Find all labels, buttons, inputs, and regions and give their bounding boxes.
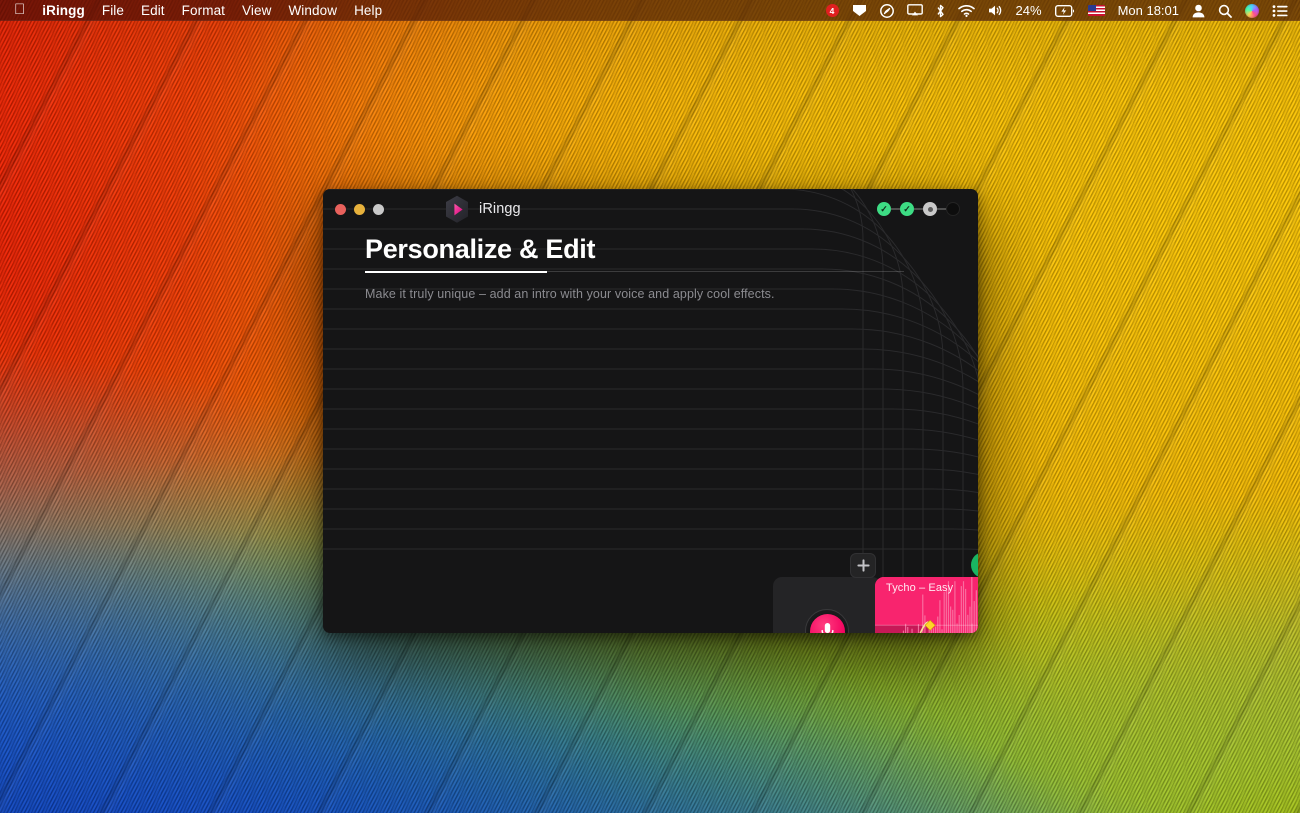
add-effect-button[interactable] — [850, 553, 876, 578]
minimize-button[interactable] — [354, 203, 365, 215]
menu-bar-status-area: 4 24% Mon 18:01 — [825, 0, 1300, 21]
volume-icon[interactable] — [988, 0, 1003, 21]
page-title: Personalize & Edit — [365, 234, 596, 264]
app-name-label: iRingg — [479, 201, 521, 217]
menu-item-window[interactable]: Window — [288, 3, 337, 18]
step-connector-2 — [914, 208, 923, 210]
menu-item-app[interactable]: iRingg — [42, 3, 85, 18]
zoom-button[interactable] — [373, 203, 384, 215]
menu-item-help[interactable]: Help — [354, 3, 382, 18]
menu-item-edit[interactable]: Edit — [141, 3, 165, 18]
traffic-lights — [323, 203, 384, 215]
siri-icon[interactable] — [1245, 0, 1259, 21]
step-1-done[interactable]: ✓ — [877, 202, 891, 216]
menu-item-format[interactable]: Format — [182, 3, 225, 18]
notification-count: 4 — [825, 4, 839, 17]
page-subtitle: Make it truly unique – add an intro with… — [365, 287, 775, 301]
iringg-app-window: iRingg ✓ ✓ Personalize & Edit Make it tr… — [323, 189, 978, 633]
app-brand: iRingg — [444, 195, 521, 224]
window-titlebar: iRingg ✓ ✓ — [323, 189, 978, 229]
effect-tag-bomb[interactable]: 💣 Bomb — [971, 552, 978, 578]
headline-block: Personalize & Edit — [365, 234, 596, 265]
microphone-icon — [820, 622, 834, 633]
menu-item-view[interactable]: View — [242, 3, 271, 18]
notification-badge-icon[interactable]: 4 — [825, 0, 839, 21]
menu-item-file[interactable]: File — [102, 3, 124, 18]
step-4-todo[interactable] — [946, 202, 960, 216]
record-intro-panel[interactable]: Record intro with your voice — [773, 577, 881, 633]
flag-icon[interactable] — [1087, 5, 1105, 16]
bluetooth-icon[interactable] — [936, 0, 945, 21]
record-button[interactable] — [809, 613, 845, 633]
screen:  iRingg File Edit Format View Window He… — [0, 0, 1300, 813]
record-button-ring — [805, 609, 849, 633]
shazam-icon[interactable] — [879, 0, 894, 21]
close-button[interactable] — [335, 203, 346, 215]
airplay-icon[interactable] — [906, 0, 923, 21]
search-icon[interactable] — [1218, 0, 1232, 21]
step-connector-1 — [891, 208, 900, 210]
title-underline — [365, 271, 547, 273]
iringg-logo-icon — [444, 195, 470, 224]
step-2-done[interactable]: ✓ — [900, 202, 914, 216]
control-center-icon[interactable] — [1272, 0, 1288, 21]
waveform-panel[interactable]: Tycho – Easy — [875, 577, 978, 633]
step-indicator: ✓ ✓ — [877, 202, 960, 216]
step-connector-3 — [937, 208, 946, 210]
battery-percent-label: 24% — [1015, 3, 1042, 18]
wifi-icon[interactable] — [957, 0, 975, 21]
title-divider-extended — [547, 271, 904, 272]
apple-logo-icon[interactable]:  — [14, 2, 25, 17]
clock[interactable]: Mon 18:01 — [1118, 3, 1179, 18]
track-title-label: Tycho – Easy — [886, 582, 954, 594]
user-icon[interactable] — [1192, 0, 1205, 21]
menu-bar-left:  iRingg File Edit Format View Window He… — [0, 2, 382, 18]
macos-menu-bar:  iRingg File Edit Format View Window He… — [0, 0, 1300, 21]
mail-icon[interactable] — [852, 0, 867, 21]
battery-charging-icon[interactable] — [1054, 0, 1075, 21]
step-3-current[interactable] — [923, 202, 937, 216]
